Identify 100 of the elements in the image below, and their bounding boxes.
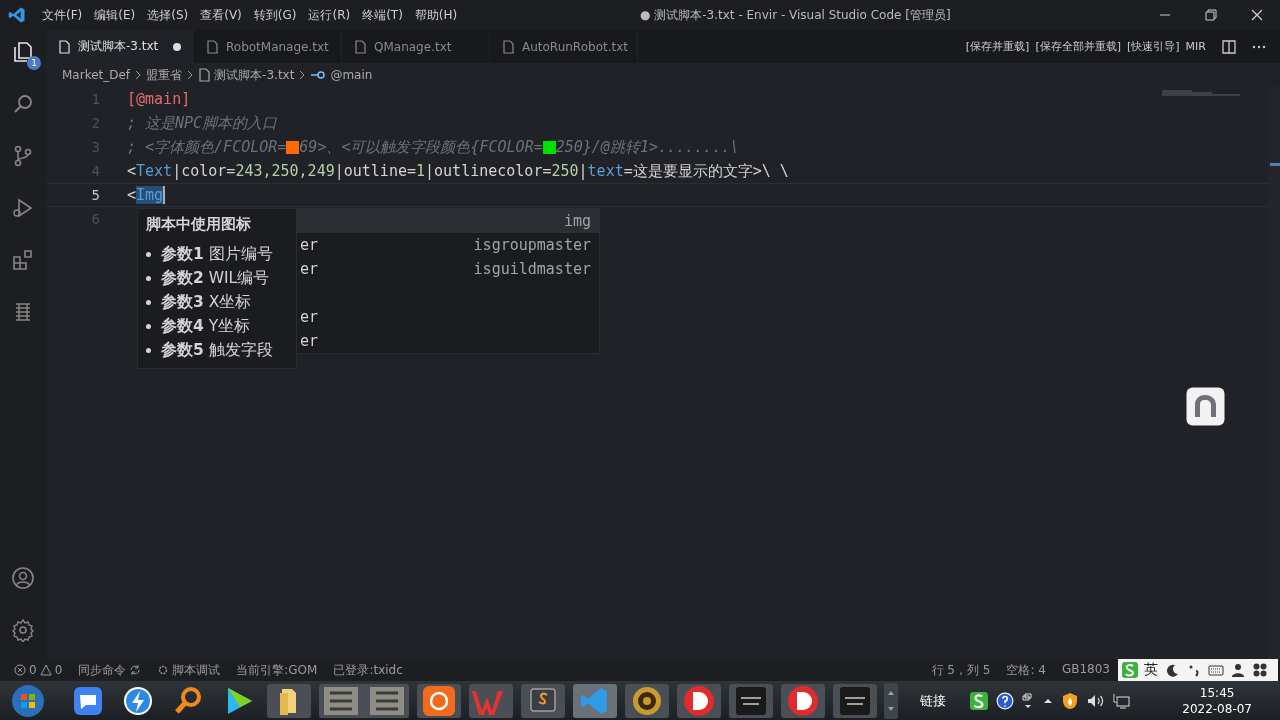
ime-mode[interactable]: 英 <box>1144 661 1158 679</box>
user-icon[interactable] <box>1230 662 1246 678</box>
breadcrumb-item[interactable]: @main <box>330 68 373 82</box>
chevron-icon <box>186 70 195 80</box>
editor-action[interactable]: [快速引导] <box>1127 39 1180 54</box>
vscode-logo-icon <box>8 6 26 24</box>
ime-logo-icon[interactable] <box>970 691 988 710</box>
clock-date[interactable]: 2022-08-07 <box>1182 700 1252 717</box>
status-item[interactable]: 已登录:txidc <box>333 661 403 679</box>
count-badge: 1 <box>27 56 41 70</box>
sun-app-icon[interactable] <box>416 682 462 719</box>
error-icon <box>14 664 26 676</box>
account-icon[interactable] <box>11 566 35 590</box>
run-debug-icon[interactable] <box>11 196 35 220</box>
file-icon <box>354 39 366 54</box>
breadcrumb-item[interactable]: 测试脚本-3.txt <box>214 66 295 84</box>
bullet-icon <box>146 275 151 281</box>
chip-app-icon[interactable] <box>832 682 878 719</box>
warning-icon <box>39 664 52 676</box>
menu-item[interactable]: 编辑(E) <box>88 4 142 26</box>
bullet-icon <box>146 299 151 305</box>
vscode-app-icon[interactable] <box>572 682 618 719</box>
folder-icon[interactable] <box>266 682 312 719</box>
sync-icon <box>129 664 142 676</box>
code-token: 250}/@跳转1>........\ <box>555 137 740 157</box>
code-token: [@main] <box>127 90 191 108</box>
param-text: 参数5 触发字段 <box>161 340 273 361</box>
code-token: | <box>578 162 588 180</box>
file-icon <box>58 39 70 54</box>
window-title: ● 测试脚本-3.txt - Envir - Visual Studio Code [管理员] <box>640 6 951 24</box>
file-icon <box>502 39 514 54</box>
disc-app-icon[interactable] <box>676 682 722 719</box>
status-item[interactable]: 脚本调试 <box>172 661 221 679</box>
menu-item[interactable]: 转到(G) <box>247 4 303 26</box>
code-token: Text <box>136 162 173 180</box>
warning-count[interactable]: 0 <box>54 663 63 677</box>
editor-action[interactable]: [保存并重载] <box>965 39 1030 54</box>
assistant-icon[interactable] <box>1186 387 1225 426</box>
code-token: 250 <box>551 162 579 180</box>
code-token: < <box>127 162 137 180</box>
chevron-icon <box>134 70 143 80</box>
code-token: |outlinecolor= <box>425 162 552 180</box>
status-item[interactable]: 同步命令 <box>78 661 127 679</box>
scroll-arrows-icon[interactable] <box>884 682 898 719</box>
chip-app-icon[interactable] <box>728 682 774 719</box>
file-icon <box>206 39 218 54</box>
status-item[interactable]: 当前引擎:GOM <box>236 661 318 679</box>
menu-item[interactable]: 帮助(H) <box>408 4 464 26</box>
status-item[interactable]: 行 5，列 5 <box>931 661 991 679</box>
code-token: 243,250,249 <box>235 162 335 180</box>
toolbar-label[interactable]: 链接 <box>920 691 946 710</box>
line-number: 5 <box>90 187 100 203</box>
code-token: |color= <box>172 162 236 180</box>
bullet-icon <box>146 347 151 353</box>
split-editor-icon[interactable] <box>1222 39 1236 54</box>
editor-action[interactable]: MIR <box>1185 40 1206 53</box>
extensions-icon[interactable] <box>11 248 35 272</box>
menu-item[interactable]: 终端(T) <box>356 4 409 26</box>
tooltip-title: 脚本中使用图标 <box>146 215 252 234</box>
menu-item[interactable]: 选择(S) <box>141 4 195 26</box>
shield-icon[interactable] <box>1062 691 1078 710</box>
files-icon[interactable] <box>11 40 35 64</box>
office-app-icon[interactable] <box>468 682 514 719</box>
grid-icon[interactable] <box>1252 662 1268 678</box>
code-token: < <box>127 186 137 204</box>
code-token: ; 这是NPC脚本的入口 <box>127 113 278 133</box>
settings-icon[interactable] <box>11 618 35 642</box>
bullet-icon <box>146 251 151 257</box>
disc-app-icon[interactable] <box>780 682 826 719</box>
bullet-icon <box>146 323 151 329</box>
help-icon[interactable] <box>996 691 1014 710</box>
editor-action[interactable]: [保存全部并重载] <box>1035 39 1121 54</box>
param-text: 参数3 X坐标 <box>161 292 252 313</box>
text-cursor <box>163 186 166 204</box>
status-item[interactable]: GB1803 <box>1061 661 1110 679</box>
code-token: 1 <box>416 162 426 180</box>
breadcrumb-item[interactable]: Market_Def <box>62 68 131 82</box>
chevron-icon <box>298 70 307 80</box>
code-token: 69>、<可以触发字段颜色{FCOLOR= <box>299 137 543 157</box>
menu-item[interactable]: 运行(R) <box>302 4 357 26</box>
menu-item[interactable]: 文件(F) <box>36 4 89 26</box>
file-icon <box>198 68 211 82</box>
symbol-icon <box>310 68 327 82</box>
code-token: Img <box>136 186 164 204</box>
keyboard-icon[interactable] <box>1208 662 1224 678</box>
emblem-app-icon[interactable] <box>624 682 670 719</box>
error-count[interactable]: 0 <box>29 663 37 677</box>
status-item[interactable]: 空格: 4 <box>1006 661 1046 679</box>
clock-time[interactable]: 15:45 <box>1199 684 1235 701</box>
param-text: 参数4 Y坐标 <box>161 316 251 337</box>
breadcrumb-item[interactable]: 盟重省 <box>146 66 183 84</box>
code-token: |outline= <box>334 162 416 180</box>
editor-tab[interactable]: 测试脚本-3.txt <box>46 30 194 63</box>
moon-icon[interactable] <box>1164 662 1180 678</box>
editor-app-icon[interactable] <box>520 682 566 719</box>
menu-item[interactable]: 查看(V) <box>194 4 248 26</box>
game-app-icon[interactable] <box>318 682 410 719</box>
code-token: =这是要显示的文字>\ \ <box>623 161 789 181</box>
network-icon[interactable] <box>1112 691 1130 710</box>
param-text: 参数1 图片编号 <box>161 244 273 265</box>
